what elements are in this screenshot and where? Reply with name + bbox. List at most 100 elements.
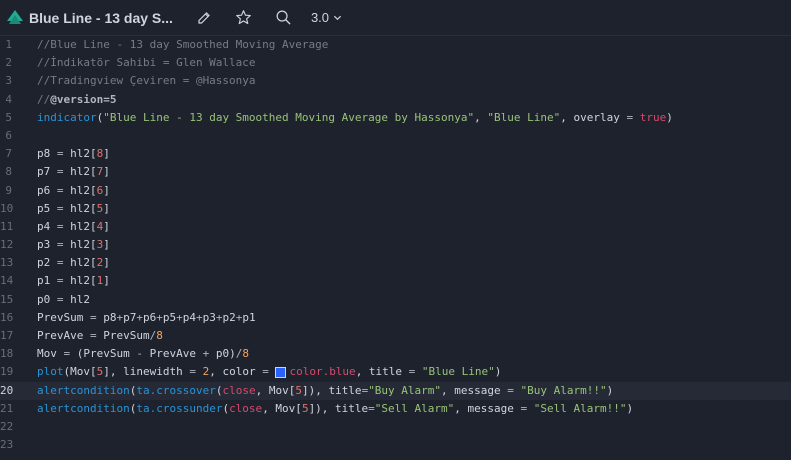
code-token: hl2[	[63, 201, 97, 215]
code-line[interactable]: 3 //Tradingview Çeviren = @Hassonya	[0, 72, 791, 90]
star-icon[interactable]	[235, 9, 253, 27]
line-number: 19	[0, 365, 14, 379]
code-text: p0 = hl2	[37, 291, 90, 309]
code-line[interactable]: 22	[0, 418, 791, 436]
code-token: =	[56, 201, 64, 215]
code-token: , Mov[	[255, 383, 296, 397]
code-token: ta.crossover	[136, 383, 216, 397]
code-token: , title	[355, 365, 409, 379]
code-token: )	[666, 110, 673, 124]
code-text: PrevAve = PrevSum/8	[37, 327, 163, 345]
code-token: +	[195, 310, 203, 324]
code-line[interactable]: 10 p5 = hl2[5]	[0, 200, 791, 218]
code-token: =	[56, 147, 64, 161]
code-line[interactable]: 1 //Blue Line - 13 day Smoothed Moving Av…	[0, 36, 791, 54]
code-token: p1	[242, 310, 256, 324]
code-line[interactable]: 5 indicator("Blue Line - 13 day Smoothed …	[0, 109, 791, 127]
code-token: (Mov[	[63, 365, 97, 379]
line-number: 12	[0, 238, 14, 252]
code-line[interactable]: 12 p3 = hl2[3]	[0, 236, 791, 254]
line-number: 13	[0, 256, 14, 270]
code-line[interactable]: 19 plot(Mov[5], linewidth = 2, color = co…	[0, 363, 791, 381]
code-text: p4 = hl2[4]	[37, 218, 110, 236]
code-token: =	[56, 292, 64, 306]
code-token: , Mov[	[262, 401, 302, 415]
code-text: p6 = hl2[6]	[37, 182, 110, 200]
line-number: 6	[5, 128, 12, 142]
code-token: , color	[209, 365, 263, 379]
code-token: ta.crossunder	[136, 401, 223, 415]
code-text: //Blue Line - 13 day Smoothed Moving Ave…	[37, 36, 328, 54]
code-token: "Blue Line"	[421, 365, 495, 379]
code-line[interactable]: 15 p0 = hl2	[0, 291, 791, 309]
code-line[interactable]: 23	[0, 436, 791, 454]
code-text: p8 = hl2[8]	[37, 145, 110, 163]
code-token: "Sell Alarm"	[374, 401, 455, 415]
code-token: p4	[37, 219, 57, 233]
code-token: 5	[301, 401, 309, 415]
code-line[interactable]: 14 p1 = hl2[1]	[0, 272, 791, 290]
code-line[interactable]: 9 p6 = hl2[6]	[0, 182, 791, 200]
code-text: p3 = hl2[3]	[37, 236, 110, 254]
code-token: =	[56, 219, 64, 233]
code-token: +	[156, 310, 163, 324]
code-line[interactable]: 11 p4 = hl2[4]	[0, 218, 791, 236]
code-token: "Buy Alarm"	[368, 383, 442, 397]
chevron-down-icon	[333, 10, 342, 25]
line-number: 14	[0, 274, 14, 288]
code-text: Mov = (PrevSum - PrevAve + p0)/8	[37, 345, 249, 363]
line-number: 1	[5, 38, 12, 51]
code-token: p7	[37, 165, 57, 179]
line-number: 11	[0, 219, 14, 233]
code-token: hl2[	[63, 256, 97, 270]
code-token: "Buy Alarm!!"	[520, 383, 607, 397]
code-token: "Sell Alarm!!"	[533, 401, 627, 415]
version-dropdown[interactable]: 3.0	[311, 10, 342, 25]
code-line[interactable]: 16 PrevSum = p8+p7+p6+p5+p4+p3+p2+p1	[0, 309, 791, 327]
code-line[interactable]: 21 alertcondition(ta.crossunder(close, Mo…	[0, 400, 791, 418]
code-token: )	[606, 383, 614, 397]
code-token: , message	[441, 383, 508, 397]
logo-icon[interactable]	[5, 8, 25, 28]
code-token: =	[56, 238, 64, 252]
code-token: )	[626, 401, 634, 415]
code-editor[interactable]: 1 //Blue Line - 13 day Smoothed Moving Av…	[0, 36, 791, 460]
code-line[interactable]: 4 //@version=5	[0, 91, 791, 109]
code-line[interactable]: 13 p2 = hl2[2]	[0, 254, 791, 272]
code-text: alertcondition(ta.crossover(close, Mov[5…	[37, 382, 613, 400]
code-text: p1 = hl2[1]	[37, 272, 110, 290]
pencil-icon[interactable]	[195, 9, 213, 27]
code-token: hl2[	[63, 183, 97, 197]
code-line[interactable]: 18 Mov = (PrevSum - PrevAve + p0)/8	[0, 345, 791, 363]
code-line[interactable]: 20 alertcondition(ta.crossover(close, Mov…	[0, 381, 791, 400]
code-token: hl2[	[63, 219, 97, 233]
search-icon[interactable]	[275, 9, 293, 27]
line-number: 16	[0, 310, 14, 324]
script-title[interactable]: Blue Line - 13 day S...	[29, 10, 173, 26]
code-token: =	[56, 165, 64, 179]
code-line[interactable]: 8 p7 = hl2[7]	[0, 163, 791, 181]
code-token: =	[56, 256, 64, 270]
code-line[interactable]: 7 p8 = hl2[8]	[0, 145, 791, 163]
code-token: ]	[103, 165, 110, 179]
line-number: 7	[5, 147, 12, 161]
code-token: plot	[37, 365, 64, 379]
code-line[interactable]: 6	[0, 127, 791, 145]
code-line[interactable]: 17 PrevAve = PrevSum/8	[0, 327, 791, 345]
code-token: p6	[142, 310, 157, 324]
code-token: 5	[295, 383, 302, 397]
code-line[interactable]: 2 //İndikatör Sahibi = Glen Wallace	[0, 54, 791, 72]
code-token: ]	[103, 201, 110, 215]
color-swatch-icon[interactable]	[275, 366, 287, 378]
code-token: alertcondition	[37, 383, 130, 397]
code-token: -	[136, 347, 143, 361]
code-text: //İndikatör Sahibi = Glen Wallace	[37, 54, 256, 72]
line-number: 20	[0, 383, 14, 397]
code-token: ]	[103, 238, 110, 252]
code-token: hl2[	[63, 165, 97, 179]
code-token: p0	[37, 292, 57, 306]
code-token: p2	[37, 256, 57, 270]
code-token: p5	[37, 201, 57, 215]
